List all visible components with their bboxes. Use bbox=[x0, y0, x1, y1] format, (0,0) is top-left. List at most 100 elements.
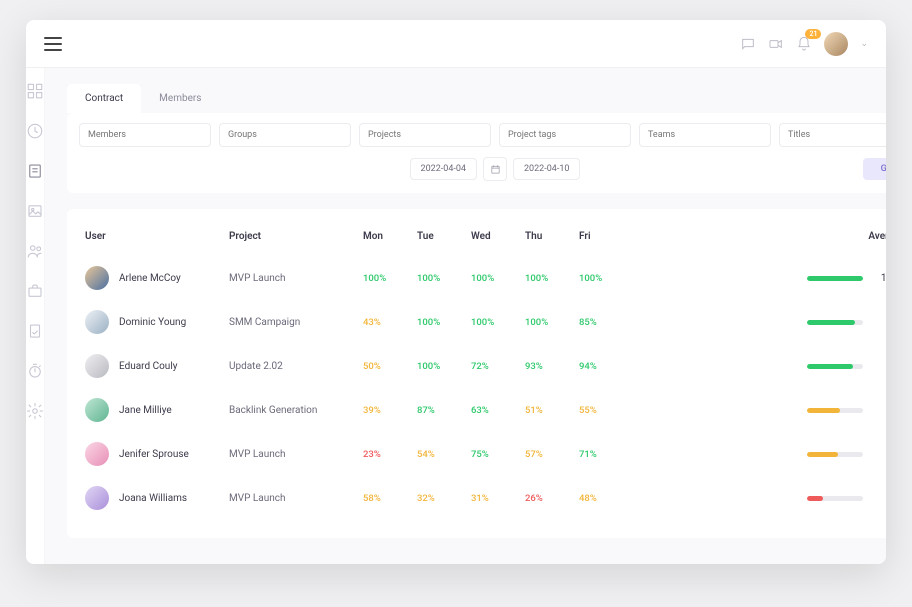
project-name: Update 2.02 bbox=[229, 361, 359, 372]
pct-tue: 87% bbox=[417, 405, 467, 416]
pct-fri: 55% bbox=[579, 405, 629, 416]
avg-bar bbox=[807, 276, 863, 281]
projects-input[interactable] bbox=[359, 123, 491, 147]
user-name: Jenifer Sprouse bbox=[119, 449, 189, 460]
col-average: Average bbox=[633, 231, 886, 242]
pct-thu: 51% bbox=[525, 405, 575, 416]
pct-wed: 63% bbox=[471, 405, 521, 416]
col-wed: Wed bbox=[471, 231, 521, 242]
pct-fri: 71% bbox=[579, 449, 629, 460]
notification-badge: 21 bbox=[805, 29, 821, 39]
pct-tue: 54% bbox=[417, 449, 467, 460]
chat-icon[interactable] bbox=[740, 36, 756, 52]
pct-mon: 100% bbox=[363, 273, 413, 284]
col-project: Project bbox=[229, 231, 359, 242]
avatar bbox=[85, 266, 109, 290]
user-name: Arlene McCoy bbox=[119, 273, 181, 284]
pct-wed: 31% bbox=[471, 493, 521, 504]
topbar: 21 ⌄ bbox=[26, 20, 886, 68]
briefcase-icon[interactable] bbox=[26, 282, 44, 300]
date-from-input[interactable]: 2022-04-04 bbox=[410, 158, 477, 180]
table-row: Dominic Young SMM Campaign 43% 100% 100% 100%… bbox=[85, 300, 886, 344]
go-button[interactable]: GO bbox=[863, 158, 886, 180]
tabs: ContractMembers bbox=[67, 84, 886, 113]
image-icon[interactable] bbox=[26, 202, 44, 220]
avatar bbox=[85, 442, 109, 466]
user-name: Dominic Young bbox=[119, 317, 186, 328]
document-icon[interactable] bbox=[26, 162, 44, 180]
video-icon[interactable] bbox=[768, 36, 784, 52]
col-fri: Fri bbox=[579, 231, 629, 242]
avg-value: 28% bbox=[873, 493, 886, 504]
table-row: Eduard CoulyUpdate 2.0250%100%72%93%94%8… bbox=[85, 344, 886, 388]
filter-bar: 2022-04-04 2022-04-10 GO bbox=[67, 113, 886, 193]
avg-bar bbox=[807, 452, 863, 457]
pct-fri: 48% bbox=[579, 493, 629, 504]
users-icon[interactable] bbox=[26, 242, 44, 260]
table-row: Jane MilliyeBacklink Generation39%87%63%… bbox=[85, 388, 886, 432]
pct-mon: 58% bbox=[363, 493, 413, 504]
members-input[interactable] bbox=[79, 123, 211, 147]
settings-icon[interactable] bbox=[26, 402, 44, 420]
project-name: MVP Launch bbox=[229, 493, 359, 504]
user-avatar[interactable] bbox=[824, 32, 848, 56]
col-mon: Mon bbox=[363, 231, 413, 242]
pct-wed: 100% bbox=[471, 317, 521, 328]
pct-mon: 23% bbox=[363, 449, 413, 460]
table-row: Joana Williams MVP Launch 58% 32% 31% 26% 48% 2… bbox=[85, 476, 886, 520]
sidebar bbox=[26, 68, 45, 564]
avatar bbox=[85, 310, 109, 334]
table-row: Jenifer Sprouse MVP Launch 23% 54% 75% 57% 71%… bbox=[85, 432, 886, 476]
date-to-input[interactable]: 2022-04-10 bbox=[513, 158, 580, 180]
avg-bar bbox=[807, 320, 863, 325]
bell-icon[interactable]: 21 bbox=[796, 36, 812, 52]
clock-icon[interactable] bbox=[26, 122, 44, 140]
calendar-button[interactable] bbox=[483, 157, 507, 181]
project-name: SMM Campaign bbox=[229, 317, 359, 328]
avg-bar bbox=[807, 496, 863, 501]
tab-members[interactable]: Members bbox=[141, 84, 219, 113]
stopwatch-icon[interactable] bbox=[26, 362, 44, 380]
avg-value: 82% bbox=[873, 361, 886, 372]
pct-thu: 100% bbox=[525, 317, 575, 328]
dashboard-icon[interactable] bbox=[26, 82, 44, 100]
pct-tue: 100% bbox=[417, 273, 467, 284]
tab-contract[interactable]: Contract bbox=[67, 84, 141, 113]
menu-button[interactable] bbox=[44, 37, 62, 51]
project-tags-input[interactable] bbox=[499, 123, 631, 147]
pct-wed: 72% bbox=[471, 361, 521, 372]
clipboard-icon[interactable] bbox=[26, 322, 44, 340]
titles-input[interactable] bbox=[779, 123, 886, 147]
pct-mon: 39% bbox=[363, 405, 413, 416]
pct-thu: 100% bbox=[525, 273, 575, 284]
groups-input[interactable] bbox=[219, 123, 351, 147]
pct-fri: 85% bbox=[579, 317, 629, 328]
project-name: MVP Launch bbox=[229, 273, 359, 284]
pct-wed: 75% bbox=[471, 449, 521, 460]
avatar bbox=[85, 398, 109, 422]
pct-fri: 94% bbox=[579, 361, 629, 372]
user-name: Eduard Couly bbox=[119, 361, 178, 372]
avg-value: 100% bbox=[873, 273, 886, 284]
avg-value: 86% bbox=[873, 317, 886, 328]
chevron-down-icon[interactable]: ⌄ bbox=[860, 39, 868, 49]
pct-thu: 93% bbox=[525, 361, 575, 372]
avg-bar bbox=[807, 364, 863, 369]
project-name: MVP Launch bbox=[229, 449, 359, 460]
avg-value: 56% bbox=[873, 449, 886, 460]
col-thu: Thu bbox=[525, 231, 575, 242]
report-table: User Project Mon Tue Wed Thu Fri Average… bbox=[67, 209, 886, 538]
pct-thu: 57% bbox=[525, 449, 575, 460]
user-name: Joana Williams bbox=[119, 493, 187, 504]
avg-value: 59% bbox=[873, 405, 886, 416]
pct-mon: 50% bbox=[363, 361, 413, 372]
avg-bar bbox=[807, 408, 863, 413]
pct-wed: 100% bbox=[471, 273, 521, 284]
col-tue: Tue bbox=[417, 231, 467, 242]
pct-mon: 43% bbox=[363, 317, 413, 328]
pct-tue: 32% bbox=[417, 493, 467, 504]
pct-thu: 26% bbox=[525, 493, 575, 504]
teams-input[interactable] bbox=[639, 123, 771, 147]
pct-tue: 100% bbox=[417, 317, 467, 328]
avatar bbox=[85, 354, 109, 378]
